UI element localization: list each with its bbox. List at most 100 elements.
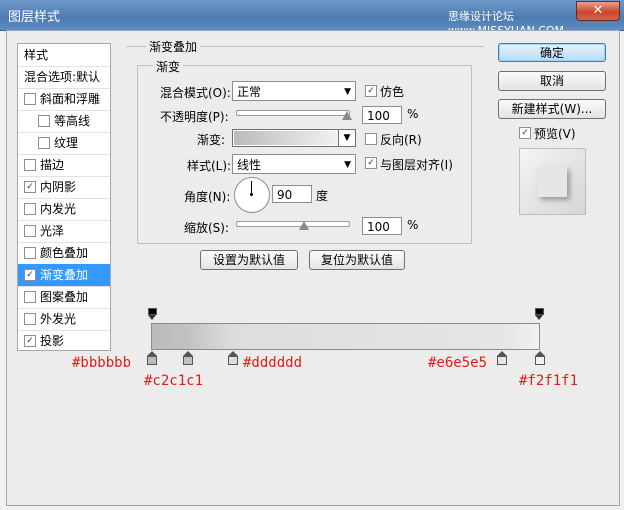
style-item-pattern-overlay[interactable]: 图案叠加 xyxy=(18,286,110,309)
stop-color-label: #dddddd xyxy=(243,355,303,371)
chevron-down-icon[interactable]: ▼ xyxy=(338,130,355,146)
opacity-stop-right[interactable] xyxy=(535,308,544,320)
style-item-contour[interactable]: 等高线 xyxy=(18,110,110,133)
style-item-outer-glow[interactable]: 外发光 xyxy=(18,308,110,331)
style-item-color-overlay[interactable]: 颜色叠加 xyxy=(18,242,110,265)
style-item-gradient-overlay[interactable]: ✓ 渐变叠加 xyxy=(18,264,110,287)
align-with-layer-label: 与图层对齐(I) xyxy=(380,158,453,172)
close-button[interactable]: ✕ xyxy=(576,1,620,21)
style-item-inner-glow[interactable]: 内发光 xyxy=(18,198,110,221)
scale-unit: % xyxy=(407,218,419,232)
dither-checkbox[interactable]: ✓ xyxy=(365,85,377,97)
ok-button[interactable]: 确定 xyxy=(498,43,606,62)
preview-checkbox[interactable]: ✓ xyxy=(519,127,531,139)
color-stop[interactable] xyxy=(183,351,193,365)
texture-checkbox[interactable] xyxy=(38,137,50,149)
gradient-bar[interactable] xyxy=(151,323,540,350)
style-item-drop-shadow[interactable]: ✓ 投影 xyxy=(18,330,110,352)
style-item-label: 光泽 xyxy=(40,224,65,238)
angle-dial[interactable] xyxy=(234,177,270,213)
color-stop-swatch xyxy=(497,356,507,365)
stop-color-label: #c2c1c1 xyxy=(144,373,204,389)
cancel-button[interactable]: 取消 xyxy=(498,71,606,91)
style-list-header[interactable]: 样式 xyxy=(18,44,110,67)
scale-label: 缩放(S): xyxy=(184,221,230,235)
style-list: 样式 混合选项:默认 斜面和浮雕 等高线 纹理 描边 ✓ 内阴影 内发光 光泽 … xyxy=(17,43,111,351)
opacity-slider-track[interactable] xyxy=(236,110,350,116)
chevron-down-icon: ▼ xyxy=(344,160,351,170)
drop-shadow-checkbox[interactable]: ✓ xyxy=(24,335,36,347)
preview-swatch xyxy=(537,167,567,197)
color-stop-swatch xyxy=(535,356,545,365)
blend-options-item[interactable]: 混合选项:默认 xyxy=(18,66,110,89)
scale-slider-track[interactable] xyxy=(236,221,350,227)
color-stop-swatch xyxy=(183,356,193,365)
preview-label: 预览(V) xyxy=(534,127,576,141)
angle-input[interactable]: 90 xyxy=(272,185,312,203)
gradient-group-title: 渐变 xyxy=(153,58,184,75)
align-with-layer-checkbox[interactable]: ✓ xyxy=(365,157,377,169)
pattern-overlay-checkbox[interactable] xyxy=(24,291,36,303)
stop-color-label: #bbbbbb xyxy=(72,355,132,371)
style-label: 样式(L): xyxy=(187,159,232,173)
opacity-input[interactable]: 100 xyxy=(362,106,402,124)
contour-checkbox[interactable] xyxy=(38,115,50,127)
stop-color-label: #f2f1f1 xyxy=(519,373,579,389)
opacity-stop-left[interactable] xyxy=(148,308,157,320)
scale-slider-thumb[interactable] xyxy=(299,221,309,230)
close-icon: ✕ xyxy=(592,3,604,18)
style-item-label: 斜面和浮雕 xyxy=(40,92,101,106)
color-stop-swatch xyxy=(228,356,238,365)
title-bar: 图层样式 思缘设计论坛 www.MISSYUAN.COM xyxy=(0,0,624,37)
color-stop[interactable] xyxy=(497,351,507,365)
style-select[interactable]: 线性 ▼ xyxy=(232,154,356,174)
style-item-texture[interactable]: 纹理 xyxy=(18,132,110,155)
satin-checkbox[interactable] xyxy=(24,225,36,237)
style-item-label: 纹理 xyxy=(54,136,79,150)
style-item-label: 外发光 xyxy=(40,312,77,326)
style-item-label: 描边 xyxy=(40,158,65,172)
style-item-label: 图案叠加 xyxy=(40,290,89,304)
reverse-checkbox[interactable] xyxy=(365,133,377,145)
stroke-checkbox[interactable] xyxy=(24,159,36,171)
color-stop[interactable] xyxy=(147,351,157,365)
inner-shadow-checkbox[interactable]: ✓ xyxy=(24,181,36,193)
gradient-picker[interactable]: ▼ xyxy=(232,129,356,147)
gradient-label: 渐变: xyxy=(197,133,226,147)
blend-mode-label: 混合模式(O): xyxy=(160,86,231,100)
style-item-label: 渐变叠加 xyxy=(40,268,89,282)
color-overlay-checkbox[interactable] xyxy=(24,247,36,259)
style-item-stroke[interactable]: 描边 xyxy=(18,154,110,177)
reset-default-button[interactable]: 复位为默认值 xyxy=(309,250,405,270)
blend-mode-select[interactable]: 正常 ▼ xyxy=(232,81,356,101)
outer-glow-checkbox[interactable] xyxy=(24,313,36,325)
reverse-label: 反向(R) xyxy=(380,133,422,147)
window-title: 图层样式 xyxy=(8,10,61,25)
gradient-preview[interactable] xyxy=(234,131,338,145)
chevron-down-icon: ▼ xyxy=(344,87,351,97)
style-item-label: 内阴影 xyxy=(40,180,77,194)
blend-options-label: 混合选项:默认 xyxy=(24,70,101,84)
style-item-bevel[interactable]: 斜面和浮雕 xyxy=(18,88,110,111)
color-stop[interactable] xyxy=(228,351,238,365)
dither-label: 仿色 xyxy=(380,85,405,99)
style-item-inner-shadow[interactable]: ✓ 内阴影 xyxy=(18,176,110,199)
opacity-unit: % xyxy=(407,107,419,121)
opacity-label: 不透明度(P): xyxy=(160,110,229,124)
style-preview-thumbnail xyxy=(519,148,586,215)
angle-unit: 度 xyxy=(316,189,329,203)
gradient-overlay-title: 渐变叠加 xyxy=(146,38,201,55)
style-item-satin[interactable]: 光泽 xyxy=(18,220,110,243)
bevel-checkbox[interactable] xyxy=(24,93,36,105)
gradient-overlay-checkbox[interactable]: ✓ xyxy=(24,269,36,281)
stop-color-label: #e6e5e5 xyxy=(428,355,488,371)
style-list-header-label: 样式 xyxy=(24,48,49,62)
inner-glow-checkbox[interactable] xyxy=(24,203,36,215)
angle-label: 角度(N): xyxy=(184,190,231,204)
make-default-button[interactable]: 设置为默认值 xyxy=(200,250,298,270)
color-stop[interactable] xyxy=(535,351,545,365)
opacity-slider-thumb[interactable] xyxy=(342,111,352,120)
angle-dial-center xyxy=(250,193,253,196)
scale-input[interactable]: 100 xyxy=(362,217,402,235)
new-style-button[interactable]: 新建样式(W)... xyxy=(498,99,606,119)
